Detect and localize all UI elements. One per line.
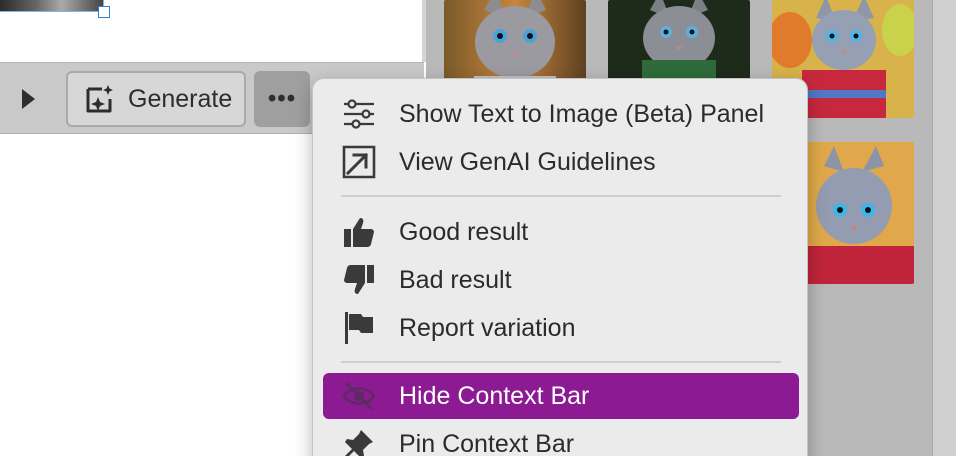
generate-button[interactable]: Generate: [66, 71, 246, 127]
menu-item-label: Pin Context Bar: [399, 429, 575, 456]
more-options-button[interactable]: •••: [254, 71, 310, 127]
generate-sparkle-icon: [84, 83, 116, 115]
thumbs-down-icon: [341, 262, 377, 298]
menu-item-view-genai-guidelines[interactable]: View GenAI Guidelines: [323, 139, 799, 185]
menu-item-label: Show Text to Image (Beta) Panel: [399, 99, 765, 128]
menu-item-label: Report variation: [399, 313, 576, 342]
menu-item-report-variation[interactable]: Report variation: [323, 305, 799, 351]
sliders-icon: [341, 96, 377, 132]
selection-handle[interactable]: [98, 6, 110, 18]
menu-item-label: Bad result: [399, 265, 512, 294]
menu-item-good-result[interactable]: Good result: [323, 209, 799, 255]
flag-icon: [341, 310, 377, 346]
panel-scroll-edge[interactable]: [932, 0, 956, 456]
eye-off-icon: [341, 378, 377, 414]
canvas[interactable]: [0, 0, 424, 62]
context-menu: Show Text to Image (Beta) Panel View Gen…: [312, 78, 808, 456]
menu-divider: [341, 195, 781, 197]
external-link-icon: [341, 144, 377, 180]
menu-divider: [341, 361, 781, 363]
menu-item-pin-context-bar[interactable]: Pin Context Bar: [323, 421, 799, 456]
menu-item-label: View GenAI Guidelines: [399, 147, 656, 176]
menu-item-hide-context-bar[interactable]: Hide Context Bar: [323, 373, 799, 419]
generate-label: Generate: [128, 84, 233, 113]
menu-item-show-text-to-image-panel[interactable]: Show Text to Image (Beta) Panel: [323, 91, 799, 137]
ellipsis-icon: •••: [267, 85, 297, 112]
pin-icon: [341, 426, 377, 456]
menu-item-bad-result[interactable]: Bad result: [323, 257, 799, 303]
expand-arrow-icon[interactable]: [22, 89, 35, 109]
menu-item-label: Good result: [399, 217, 529, 246]
canvas-image[interactable]: [0, 0, 104, 12]
thumbs-up-icon: [341, 214, 377, 250]
menu-item-label: Hide Context Bar: [399, 381, 590, 410]
